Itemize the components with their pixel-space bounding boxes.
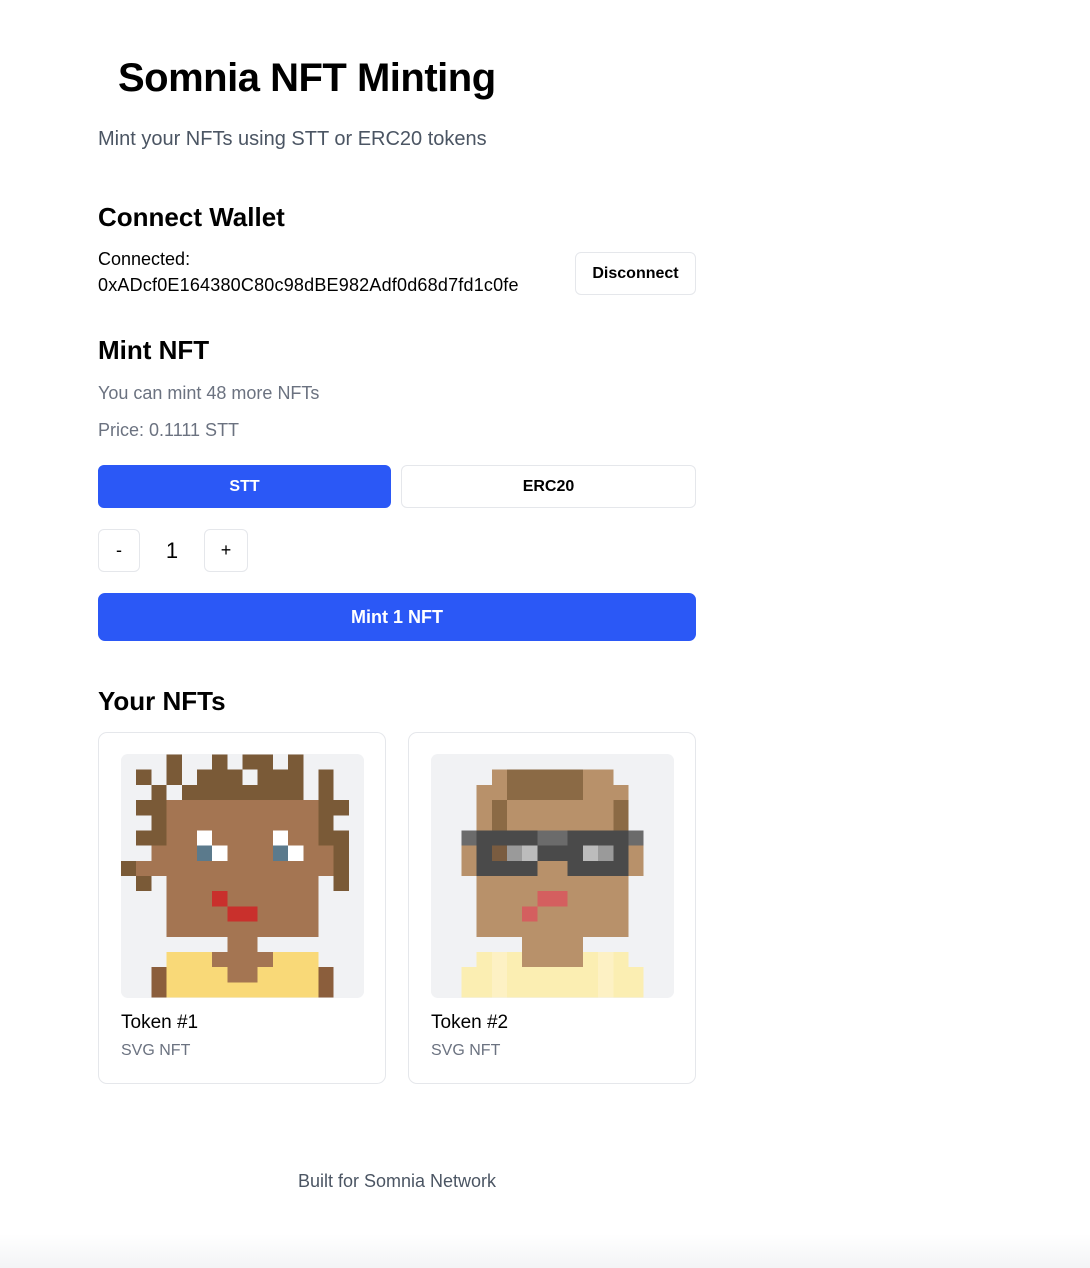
mint-remaining-text: You can mint 48 more NFTs [98,383,320,403]
nft-type: SVG NFT [431,1042,501,1059]
increment-quantity-button[interactable]: + [204,529,248,572]
nft-image [431,754,674,998]
disconnect-button[interactable]: Disconnect [575,252,696,295]
nft-card[interactable]: Token #2 SVG NFT [408,732,696,1084]
nft-card[interactable]: Token #1 SVG NFT [98,732,386,1084]
page-subtitle: Mint your NFTs using STT or ERC20 tokens [98,128,487,150]
mint-nft-heading: Mint NFT [98,335,210,365]
nft-name: Token #1 [121,1012,199,1033]
quantity-value: 1 [165,537,179,563]
nft-image [121,754,364,998]
wallet-address: 0xADcf0E164380C80c98dBE982Adf0d68d7fd1c0… [98,275,519,295]
nft-type: SVG NFT [121,1042,191,1059]
wallet-connected-label: Connected: [98,249,191,269]
mint-button[interactable]: Mint 1 NFT [98,593,696,641]
payment-erc20-button[interactable]: ERC20 [401,465,696,508]
payment-stt-button[interactable]: STT [98,465,391,508]
pixel-avatar-1 [121,754,364,998]
your-nfts-heading: Your NFTs [98,686,226,716]
nft-name: Token #2 [431,1012,509,1033]
decrement-quantity-button[interactable]: - [98,529,140,572]
footer-text: Built for Somnia Network [297,1171,497,1191]
mint-price-text: Price: 0.1111 STT [98,420,240,440]
connect-wallet-heading: Connect Wallet [98,202,285,232]
bottom-edge-shade [0,1234,1090,1268]
pixel-avatar-2 [431,754,674,998]
page-title: Somnia NFT Minting [118,56,496,100]
